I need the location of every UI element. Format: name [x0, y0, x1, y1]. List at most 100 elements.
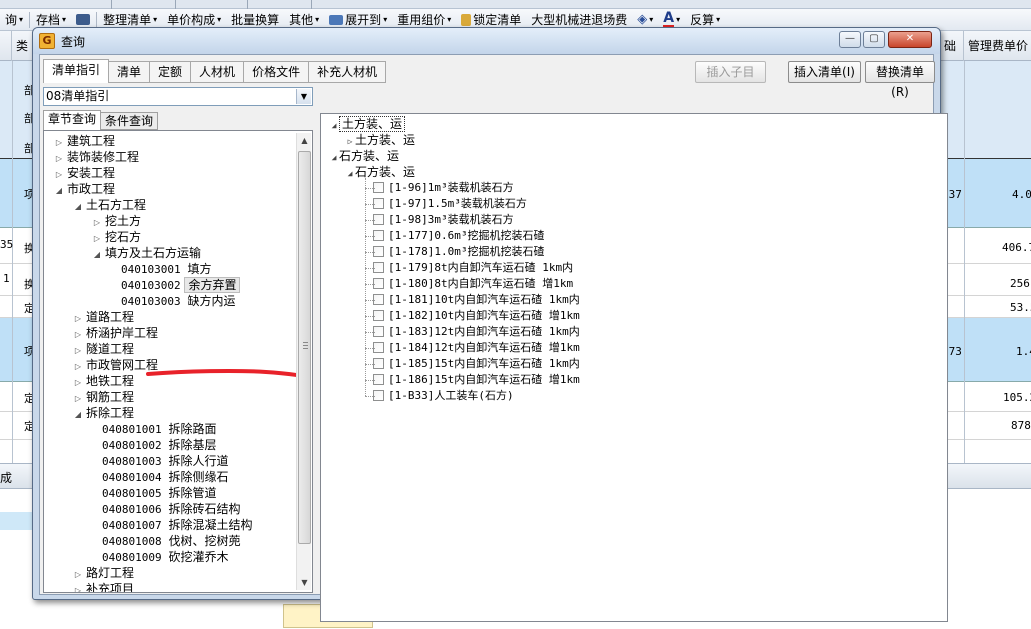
- tree-branch-item[interactable]: ▷ 安装工程: [54, 165, 118, 181]
- tree-leaf-item[interactable]: 040801001 拆除路面: [92, 421, 219, 437]
- collapse-triangle-icon[interactable]: ◢: [73, 199, 83, 215]
- tree-branch-item[interactable]: ▷ 路灯工程: [73, 565, 137, 581]
- norm-label: 1.5m³装载机装石方: [427, 197, 527, 210]
- tree-leaf-item[interactable]: 040801008 伐树、挖树蔸: [92, 533, 243, 549]
- list-code: 040801005: [102, 487, 162, 500]
- norm-item[interactable]: [1-184]12t内自卸汽车运石碴 增1km: [373, 340, 580, 356]
- norm-item[interactable]: [1-96]1m³装载机装石方: [373, 180, 514, 196]
- norm-item[interactable]: [1-177]0.6m³挖掘机挖装石碴: [373, 228, 544, 244]
- grid-value-cell: 878: [1011, 419, 1031, 432]
- tree-leaf-item[interactable]: 040801006 拆除砖石结构: [92, 501, 243, 517]
- tab-labor-material-machine[interactable]: 人材机: [191, 61, 245, 83]
- tree-leaf-item[interactable]: 040801002 拆除基层: [92, 437, 219, 453]
- norm-label: 10t内自卸汽车运石碴 1km内: [434, 293, 580, 306]
- tree-leaf-item[interactable]: 040103002 余方弃置: [111, 277, 241, 293]
- dialog-titlebar[interactable]: G 查询 — ▢ ✕: [33, 28, 940, 54]
- tree-item-label: 拆除人行道: [168, 454, 229, 468]
- maximize-icon[interactable]: ▢: [863, 31, 885, 48]
- norm-label: 8t内自卸汽车运石碴 增1km: [434, 277, 574, 290]
- tree-branch-item[interactable]: ◢ 土石方工程: [73, 197, 149, 213]
- tree-leaf-item[interactable]: 040103001 填方: [111, 261, 214, 277]
- collapse-triangle-icon[interactable]: ◢: [54, 183, 64, 199]
- tab-norm[interactable]: 定额: [150, 61, 192, 83]
- tree-item-label: 填方: [187, 262, 212, 276]
- tree-leaf-item[interactable]: 040103003 缺方内运: [111, 293, 238, 309]
- tab-price-file[interactable]: 价格文件: [244, 61, 310, 83]
- insert-child-button[interactable]: 插入子目: [695, 61, 766, 83]
- tree-branch-item[interactable]: ▷ 挖土方: [92, 213, 144, 229]
- tree-branch-item[interactable]: ▷ 装饰装修工程: [54, 149, 142, 165]
- norm-item[interactable]: [1-183]12t内自卸汽车运石碴 1km内: [373, 324, 580, 340]
- column-management-fee-header[interactable]: 管理费单价: [964, 31, 1031, 61]
- norm-label: 土方装、运: [339, 116, 406, 132]
- norm-item[interactable]: [1-181]10t内自卸汽车运石碴 1km内: [373, 292, 580, 308]
- norm-group[interactable]: ▷ 土方装、运: [345, 132, 415, 148]
- norm-item[interactable]: [1-180]8t内自卸汽车运石碴 增1km: [373, 276, 573, 292]
- norm-item[interactable]: [1-186]15t内自卸汽车运石碴 增1km: [373, 372, 580, 388]
- norm-item[interactable]: [1-182]10t内自卸汽车运石碴 增1km: [373, 308, 580, 324]
- minimize-icon[interactable]: —: [839, 31, 861, 48]
- norm-item[interactable]: [1-98]3m³装载机装石方: [373, 212, 514, 228]
- norm-label: 石方装、运: [339, 149, 400, 163]
- replace-list-button[interactable]: 替换清单(R): [865, 61, 935, 99]
- tree-item-label: 拆除工程: [86, 406, 135, 420]
- scrollbar-thumb[interactable]: [298, 151, 311, 544]
- tree-branch-item[interactable]: ▷ 地铁工程: [73, 373, 137, 389]
- tab-chapter-query[interactable]: 章节查询: [43, 110, 102, 130]
- close-icon[interactable]: ✕: [888, 31, 932, 48]
- tree-branch-item[interactable]: ▷ 挖石方: [92, 229, 144, 245]
- tree-branch-item[interactable]: ▷ 道路工程: [73, 309, 137, 325]
- column-type-header[interactable]: 类: [12, 31, 34, 61]
- collapse-triangle-icon[interactable]: ◢: [345, 166, 355, 182]
- tab-list[interactable]: 清单: [109, 61, 151, 83]
- tree-branch-item[interactable]: ▷ 钢筋工程: [73, 389, 137, 405]
- tab-supplement-lmm[interactable]: 补充人材机: [309, 61, 387, 83]
- tree-branch-item[interactable]: ▷ 隧道工程: [73, 341, 137, 357]
- tree-branch-item[interactable]: ▷ 建筑工程: [54, 133, 118, 149]
- expand-triangle-icon[interactable]: ▷: [73, 583, 83, 592]
- norm-item[interactable]: [1-178]1.0m³挖掘机挖装石碴: [373, 244, 544, 260]
- norm-label: 8t内自卸汽车运石碴 1km内: [434, 261, 574, 274]
- tree-leaf-item[interactable]: 040801005 拆除管道: [92, 485, 219, 501]
- tree-item-label: 余方弃置: [184, 277, 241, 293]
- grid-value-cell: 53.5: [1010, 301, 1031, 314]
- toolbar-query-button[interactable]: 询 ▾: [0, 10, 28, 30]
- list-code: 040801009: [102, 551, 162, 564]
- norm-code: [1-179]: [388, 261, 435, 274]
- scroll-down-icon[interactable]: ▼: [297, 575, 312, 590]
- tree-branch-item[interactable]: ◢ 拆除工程: [73, 405, 137, 421]
- collapse-triangle-icon[interactable]: ◢: [329, 150, 339, 166]
- scroll-up-icon[interactable]: ▲: [297, 133, 312, 148]
- chevron-down-icon[interactable]: ▼: [296, 89, 311, 104]
- tree-scrollbar[interactable]: ▲ ▼: [296, 133, 311, 590]
- norm-item[interactable]: [1-179]8t内自卸汽车运石碴 1km内: [373, 260, 573, 276]
- insert-list-button[interactable]: 插入清单(I): [788, 61, 861, 83]
- tree-leaf-item[interactable]: 040801007 拆除混凝土结构: [92, 517, 255, 533]
- norm-item[interactable]: [1-B33]人工装车(石方): [373, 388, 514, 404]
- tree-leaf-item[interactable]: 040801003 拆除人行道: [92, 453, 231, 469]
- tree-leaf-item[interactable]: 040801004 拆除侧缘石: [92, 469, 231, 485]
- norm-label: 1.0m³挖掘机挖装石碴: [434, 245, 545, 258]
- tree-branch-item[interactable]: ▷ 补充项目: [73, 581, 137, 592]
- norm-item[interactable]: [1-97]1.5m³装载机装石方: [373, 196, 527, 212]
- tree-item-label: 桥涵护岸工程: [86, 326, 159, 340]
- norm-group[interactable]: ◢ 石方装、运: [345, 164, 415, 180]
- red-annotation-stroke: [146, 368, 306, 378]
- tab-condition-query[interactable]: 条件查询: [101, 112, 159, 130]
- tab-list-guide[interactable]: 清单指引: [43, 59, 110, 83]
- tree-branch-item[interactable]: ◢ 填方及土石方运输: [92, 245, 204, 261]
- tree-leaf-item[interactable]: 040801009 砍挖灌乔木: [92, 549, 231, 565]
- norm-code: [1-96]: [388, 181, 428, 194]
- tree-branch-item[interactable]: ▷ 桥涵护岸工程: [73, 325, 161, 341]
- bottom-tab[interactable]: 成: [0, 469, 12, 486]
- guide-select[interactable]: 08清单指引 ▼: [43, 87, 313, 106]
- norm-group[interactable]: ◢ 石方装、运: [329, 148, 399, 164]
- norm-item[interactable]: [1-185]15t内自卸汽车运石碴 1km内: [373, 356, 580, 372]
- collapse-triangle-icon[interactable]: ◢: [73, 407, 83, 423]
- collapse-triangle-icon[interactable]: ◢: [329, 118, 339, 134]
- norm-group[interactable]: ◢ 土方装、运: [329, 116, 406, 134]
- tree-branch-item[interactable]: ◢ 市政工程: [54, 181, 118, 197]
- list-code: 040801001: [102, 423, 162, 436]
- norm-label: 3m³装载机装石方: [427, 213, 514, 226]
- collapse-triangle-icon[interactable]: ◢: [92, 247, 102, 263]
